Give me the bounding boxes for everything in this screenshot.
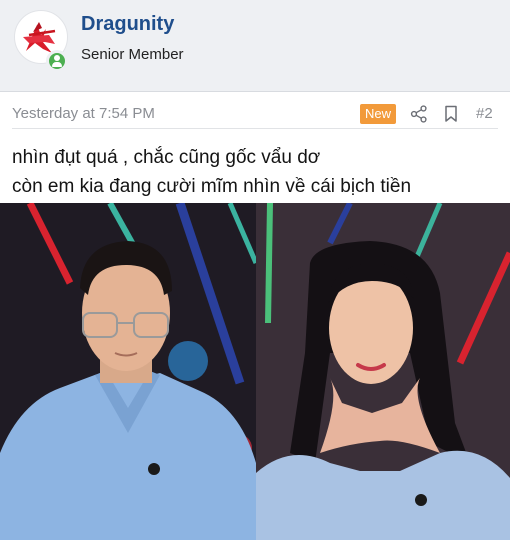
author-username[interactable]: Dragunity [81,13,174,36]
author-avatar[interactable] [14,10,72,72]
post-header: Dragunity Senior Member [0,0,510,92]
post-text-line: nhìn đụt quá , chắc cũng gốc vẩu dơ [12,147,321,168]
post-meta-row: Yesterday at 7:54 PM New #2 [0,92,510,136]
new-badge: New [360,104,397,124]
online-user-icon [46,50,68,72]
meta-divider [12,128,498,129]
share-icon[interactable] [410,105,428,123]
bookmark-icon[interactable] [443,105,459,123]
woman-portrait [256,203,510,540]
man-portrait [0,203,259,540]
post-body: nhìn đụt quá , chắc cũng gốc vẩu dơ còn … [12,143,502,201]
author-title: Senior Member [81,46,184,63]
post-timestamp[interactable]: Yesterday at 7:54 PM [12,105,155,122]
post-number-link[interactable]: #2 [476,105,493,122]
attached-image[interactable] [0,203,510,540]
post-text-line: còn em kia đang cười mĩm nhìn về cái bịc… [12,176,412,197]
